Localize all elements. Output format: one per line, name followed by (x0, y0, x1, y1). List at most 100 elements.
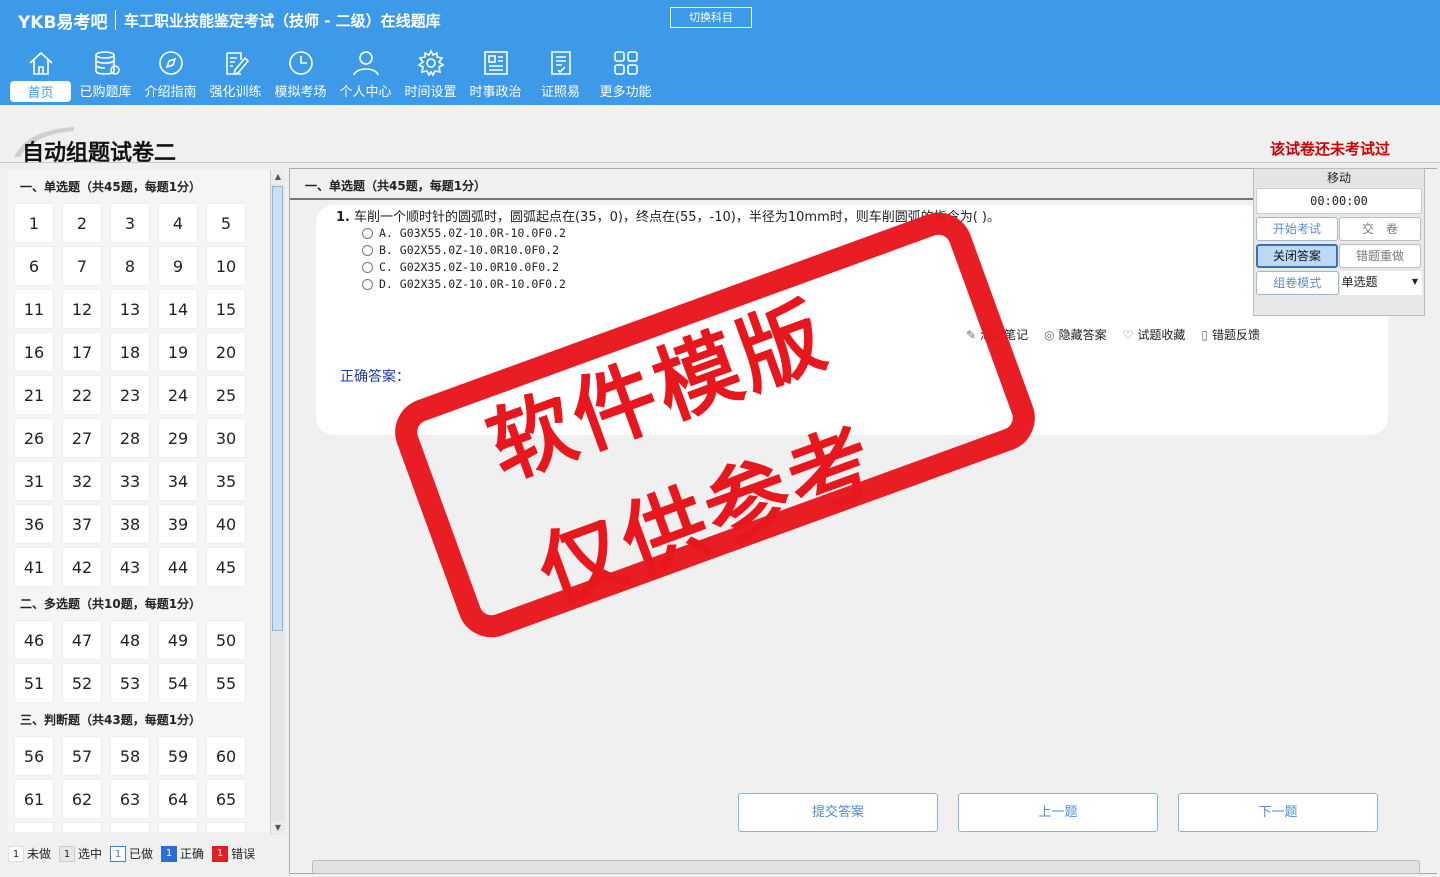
question-number-cell[interactable]: 24 (158, 375, 198, 415)
question-number-cell[interactable]: 10 (206, 246, 246, 286)
question-number-cell[interactable]: 66 (14, 822, 54, 832)
question-number-cell[interactable]: 32 (62, 461, 102, 501)
question-number-cell[interactable]: 36 (14, 504, 54, 544)
question-number-cell[interactable]: 46 (14, 620, 54, 660)
submit-paper-button[interactable]: 交 卷 (1339, 217, 1421, 241)
favorite-button[interactable]: ♡ 试题收藏 (1123, 326, 1186, 343)
question-number-cell[interactable]: 39 (158, 504, 198, 544)
question-number-cell[interactable]: 6 (14, 246, 54, 286)
scroll-up-icon[interactable]: ▲ (271, 170, 285, 184)
scroll-thumb[interactable] (272, 186, 283, 631)
question-number-cell[interactable]: 48 (110, 620, 150, 660)
question-number-cell[interactable]: 65 (206, 779, 246, 819)
question-number-cell[interactable]: 20 (206, 332, 246, 372)
radio-icon[interactable] (362, 244, 373, 256)
question-number-cell[interactable]: 47 (62, 620, 102, 660)
horizontal-scrollbar[interactable] (312, 860, 1420, 874)
radio-icon[interactable] (362, 261, 373, 273)
question-number-cell[interactable]: 58 (110, 736, 150, 776)
question-number-cell[interactable]: 60 (206, 736, 246, 776)
question-number-cell[interactable]: 1 (14, 203, 54, 243)
question-number-cell[interactable]: 50 (206, 620, 246, 660)
question-number-cell[interactable]: 52 (62, 663, 102, 703)
question-number-cell[interactable]: 7 (62, 246, 102, 286)
option-d[interactable]: D. G02X35.0Z-10.0R-10.0F0.2 (362, 277, 566, 291)
submit-answer-button[interactable]: 提交答案 (738, 793, 938, 832)
question-number-cell[interactable]: 41 (14, 547, 54, 587)
move-handle[interactable]: 移动 (1254, 169, 1424, 187)
nav-item-profile[interactable]: 个人中心 (333, 48, 398, 103)
question-number-cell[interactable]: 64 (158, 779, 198, 819)
question-number-cell[interactable]: 49 (158, 620, 198, 660)
hide-answer-button[interactable]: ◎ 隐藏答案 (1044, 326, 1107, 343)
question-number-cell[interactable]: 63 (110, 779, 150, 819)
close-answer-button[interactable]: 关闭答案 (1256, 244, 1339, 268)
question-number-cell[interactable]: 67 (62, 822, 102, 832)
question-number-cell[interactable]: 35 (206, 461, 246, 501)
question-number-cell[interactable]: 34 (158, 461, 198, 501)
nav-item-home[interactable]: 首页 (8, 48, 73, 103)
option-b[interactable]: B. G02X55.0Z-10.0R10.0F0.2 (362, 243, 559, 257)
question-number-cell[interactable]: 28 (110, 418, 150, 458)
question-number-cell[interactable]: 31 (14, 461, 54, 501)
nav-item-guide[interactable]: 介绍指南 (138, 48, 203, 103)
question-number-cell[interactable]: 17 (62, 332, 102, 372)
question-number-cell[interactable]: 62 (62, 779, 102, 819)
question-number-cell[interactable]: 14 (158, 289, 198, 329)
navigator-scrollbar[interactable]: ▲ ▼ (270, 170, 285, 835)
question-number-cell[interactable]: 37 (62, 504, 102, 544)
nav-item-certificate[interactable]: 证照易 (528, 48, 593, 103)
question-number-cell[interactable]: 51 (14, 663, 54, 703)
option-a[interactable]: A. G03X55.0Z-10.0R-10.0F0.2 (362, 226, 566, 240)
error-feedback-button[interactable]: ▯ 错题反馈 (1201, 326, 1260, 343)
question-number-cell[interactable]: 22 (62, 375, 102, 415)
question-number-cell[interactable]: 2 (62, 203, 102, 243)
scroll-down-icon[interactable]: ▼ (271, 821, 285, 835)
question-number-cell[interactable]: 19 (158, 332, 198, 372)
question-number-cell[interactable]: 26 (14, 418, 54, 458)
question-number-cell[interactable]: 30 (206, 418, 246, 458)
question-number-cell[interactable]: 53 (110, 663, 150, 703)
question-number-cell[interactable]: 54 (158, 663, 198, 703)
question-number-cell[interactable]: 69 (158, 822, 198, 832)
question-number-cell[interactable]: 23 (110, 375, 150, 415)
question-number-cell[interactable]: 33 (110, 461, 150, 501)
question-number-cell[interactable]: 13 (110, 289, 150, 329)
question-number-cell[interactable]: 12 (62, 289, 102, 329)
question-number-cell[interactable]: 15 (206, 289, 246, 329)
question-number-cell[interactable]: 25 (206, 375, 246, 415)
question-number-cell[interactable]: 61 (14, 779, 54, 819)
nav-item-purchased[interactable]: 已购题库 (73, 48, 138, 103)
radio-icon[interactable] (362, 227, 373, 239)
nav-item-more[interactable]: 更多功能 (593, 48, 658, 103)
question-number-cell[interactable]: 18 (110, 332, 150, 372)
question-number-cell[interactable]: 56 (14, 736, 54, 776)
question-number-cell[interactable]: 38 (110, 504, 150, 544)
question-number-cell[interactable]: 27 (62, 418, 102, 458)
prev-question-button[interactable]: 上一题 (958, 793, 1158, 832)
question-number-cell[interactable]: 43 (110, 547, 150, 587)
question-number-cell[interactable]: 16 (14, 332, 54, 372)
next-question-button[interactable]: 下一题 (1178, 793, 1378, 832)
start-exam-button[interactable]: 开始考试 (1256, 217, 1338, 241)
question-number-cell[interactable]: 57 (62, 736, 102, 776)
option-c[interactable]: C. G02X35.0Z-10.0R10.0F0.2 (362, 260, 559, 274)
question-number-cell[interactable]: 44 (158, 547, 198, 587)
question-number-cell[interactable]: 29 (158, 418, 198, 458)
radio-icon[interactable] (362, 278, 373, 290)
question-number-cell[interactable]: 3 (110, 203, 150, 243)
question-number-cell[interactable]: 68 (110, 822, 150, 832)
question-number-cell[interactable]: 55 (206, 663, 246, 703)
question-number-cell[interactable]: 4 (158, 203, 198, 243)
nav-item-time-settings[interactable]: 时间设置 (398, 48, 463, 103)
nav-item-training[interactable]: 强化训练 (203, 48, 268, 103)
question-number-cell[interactable]: 11 (14, 289, 54, 329)
question-number-cell[interactable]: 59 (158, 736, 198, 776)
question-number-cell[interactable]: 45 (206, 547, 246, 587)
question-number-cell[interactable]: 21 (14, 375, 54, 415)
switch-subject-button[interactable]: 切换科目 (670, 7, 752, 28)
nav-item-current-affairs[interactable]: 时事政治 (463, 48, 528, 103)
question-number-cell[interactable]: 9 (158, 246, 198, 286)
question-number-cell[interactable]: 70 (206, 822, 246, 832)
question-number-cell[interactable]: 5 (206, 203, 246, 243)
